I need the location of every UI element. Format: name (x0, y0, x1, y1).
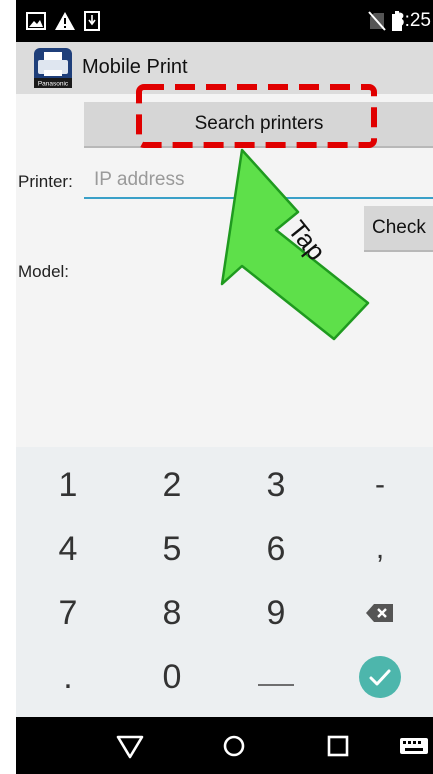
space-icon (258, 684, 294, 686)
back-icon[interactable] (110, 729, 150, 763)
panasonic-printer-icon: Panasonic (34, 48, 72, 88)
phone-screen: 3:25 Panasonic Mobile Print Search print… (16, 0, 433, 774)
app-icon-text: Panasonic (38, 81, 69, 88)
home-icon[interactable] (214, 729, 254, 763)
keyboard-icon[interactable] (394, 729, 433, 763)
key-0[interactable]: 0 (120, 645, 224, 709)
backspace-icon (366, 604, 393, 622)
ip-address-input[interactable] (84, 163, 433, 199)
action-bar: Panasonic Mobile Print (16, 42, 433, 94)
status-bar: 3:25 (16, 0, 433, 42)
no-sim-icon (368, 11, 386, 31)
check-button[interactable]: Check (364, 206, 433, 252)
key-comma[interactable]: , (328, 517, 432, 581)
numeric-keyboard: 1 2 3 - 4 5 6 , 7 8 9 . 0 (16, 447, 433, 717)
model-label: Model: (18, 262, 70, 281)
download-icon (84, 11, 100, 31)
space-key[interactable] (224, 645, 328, 709)
search-printers-button[interactable]: Search printers (84, 102, 433, 148)
key-1[interactable]: 1 (16, 453, 120, 517)
key-5[interactable]: 5 (120, 517, 224, 581)
key-4[interactable]: 4 (16, 517, 120, 581)
key-7[interactable]: 7 (16, 581, 120, 645)
recents-icon[interactable] (318, 729, 358, 763)
done-check-icon (359, 656, 401, 698)
key-period[interactable]: . (16, 645, 120, 709)
key-6[interactable]: 6 (224, 517, 328, 581)
image-icon (26, 12, 46, 30)
key-3[interactable]: 3 (224, 453, 328, 517)
app-title: Mobile Print (82, 56, 188, 78)
navigation-bar (16, 717, 433, 774)
done-key[interactable] (328, 645, 432, 709)
status-time: 3:25 (394, 10, 431, 31)
warning-icon (55, 12, 75, 30)
key-2[interactable]: 2 (120, 453, 224, 517)
printer-label: Printer: (18, 172, 73, 191)
key-9[interactable]: 9 (224, 581, 328, 645)
backspace-key[interactable] (328, 581, 432, 645)
key-minus[interactable]: - (328, 453, 432, 517)
key-8[interactable]: 8 (120, 581, 224, 645)
